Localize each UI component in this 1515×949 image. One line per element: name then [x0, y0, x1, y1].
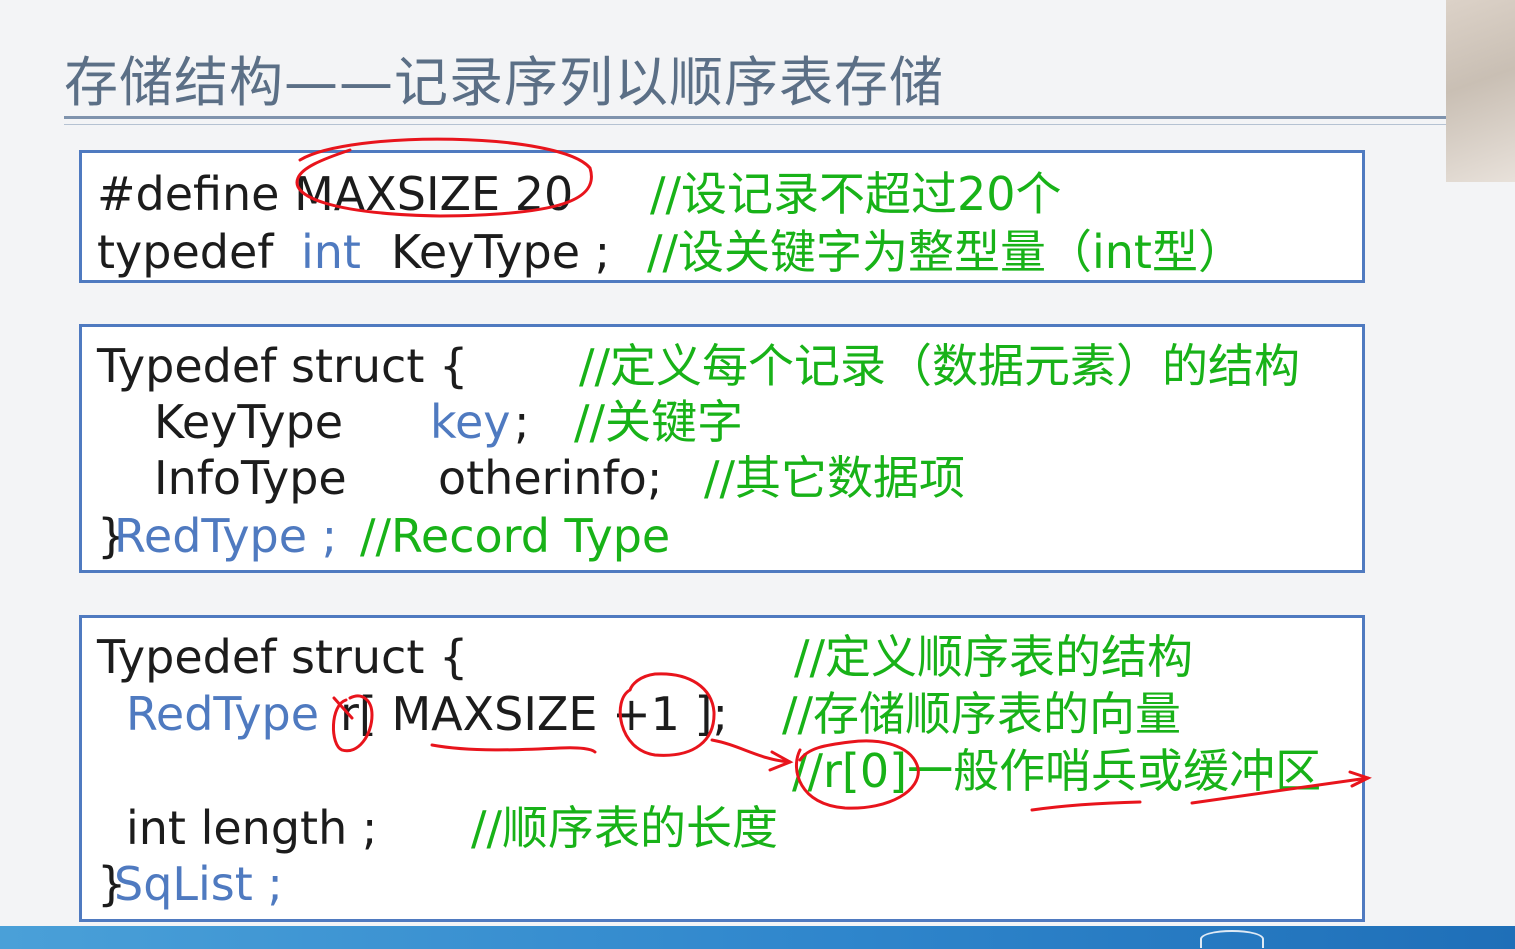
vector-field-type: RedType	[126, 687, 320, 741]
typedef-keyword: typedef	[97, 225, 274, 279]
vector-field-comment: //存储顺序表的向量	[782, 687, 1181, 741]
redtype-code-box: Typedef struct { //定义每个记录（数据元素）的结构 KeyTy…	[79, 324, 1365, 573]
key-field-comment: //关键字	[574, 395, 743, 449]
define-maxsize-code: #define MAXSIZE 20	[97, 167, 574, 221]
keytype-decl: KeyType ;	[391, 225, 611, 279]
length-field-decl: int length ;	[126, 801, 378, 855]
key-field-name: key	[430, 395, 511, 449]
struct-comment: //定义每个记录（数据元素）的结构	[579, 339, 1300, 393]
title-underline	[64, 116, 1446, 119]
info-field-name: otherinfo;	[438, 451, 663, 505]
slide-title: 存储结构——记录序列以顺序表存储	[64, 51, 944, 114]
info-field-type: InfoType	[154, 451, 347, 505]
redtype-comment: //Record Type	[360, 509, 671, 563]
define-maxsize-comment: //设记录不超过20个	[650, 167, 1062, 221]
footer-logo-icon	[1200, 930, 1264, 948]
redtype-name: RedType ;	[114, 509, 338, 563]
sqlist-name: SqList ;	[114, 857, 283, 911]
sentinel-comment: //r[0]一般作哨兵或缓冲区	[792, 744, 1322, 798]
keytype-comment: //设关键字为整型量（int型）	[647, 225, 1244, 279]
info-field-comment: //其它数据项	[704, 451, 965, 505]
sqlist-struct-comment: //定义顺序表的结构	[794, 630, 1193, 684]
sqlist-code-box: Typedef struct { //定义顺序表的结构 RedType r[ M…	[79, 615, 1365, 922]
title-underline-thin	[64, 124, 1446, 125]
webcam-thumbnail	[1446, 0, 1515, 182]
int-keyword: int	[301, 225, 361, 279]
struct-open: Typedef struct {	[97, 339, 469, 393]
key-field-semicolon: ;	[514, 395, 530, 449]
key-field-type: KeyType	[154, 395, 344, 449]
bottom-footer-bar	[0, 926, 1515, 949]
define-code-box: #define MAXSIZE 20 //设记录不超过20个 typedef i…	[79, 150, 1365, 283]
sqlist-struct-open: Typedef struct {	[97, 630, 469, 684]
vector-field-decl: r[ MAXSIZE +1 ];	[340, 687, 728, 741]
length-field-comment: //顺序表的长度	[471, 801, 778, 855]
